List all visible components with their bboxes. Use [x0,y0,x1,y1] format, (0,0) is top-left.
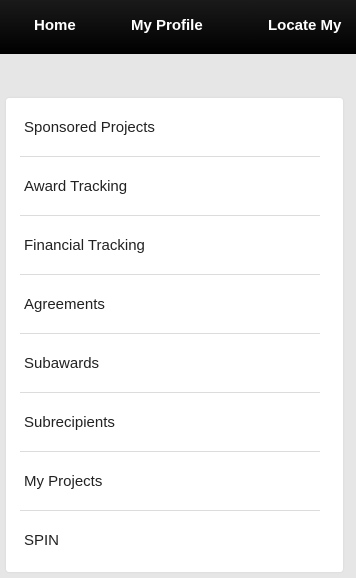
menu-item-spin[interactable]: SPIN [6,511,343,570]
menu-item-agreements[interactable]: Agreements [6,275,343,334]
top-navigation-bar: Home My Profile Locate My [0,0,356,54]
menu-item-subawards[interactable]: Subawards [6,334,343,393]
nav-my-profile-link[interactable]: My Profile [131,0,203,54]
menu-item-financial-tracking[interactable]: Financial Tracking [6,216,343,275]
menu-item-my-projects[interactable]: My Projects [6,452,343,511]
side-menu-panel: Sponsored Projects Award Tracking Financ… [6,98,343,572]
nav-locate-my-link[interactable]: Locate My [268,0,341,54]
menu-item-sponsored-projects[interactable]: Sponsored Projects [6,98,343,157]
side-menu-list: Sponsored Projects Award Tracking Financ… [6,98,343,570]
menu-item-subrecipients[interactable]: Subrecipients [6,393,343,452]
nav-home-link[interactable]: Home [34,0,76,54]
menu-item-award-tracking[interactable]: Award Tracking [6,157,343,216]
